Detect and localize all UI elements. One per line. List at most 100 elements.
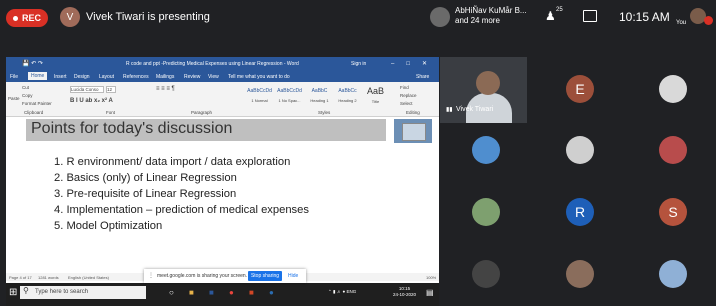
meeting-clock: 10:15 AM bbox=[619, 10, 670, 24]
format-painter-button[interactable]: Format Painter bbox=[22, 101, 52, 106]
window-controls[interactable]: –□✕ bbox=[391, 60, 439, 67]
chrome-icon[interactable]: ● bbox=[229, 288, 234, 297]
hide-button[interactable]: Hide bbox=[288, 273, 298, 279]
presenting-text: Vivek Tiwari is presenting bbox=[86, 11, 210, 23]
record-dot-icon bbox=[12, 15, 18, 21]
replace-button[interactable]: Replace bbox=[400, 93, 417, 98]
share-button[interactable]: Share bbox=[416, 74, 429, 80]
people-icon[interactable]: ♟ bbox=[545, 9, 556, 23]
style-normal-preview: AaBbCcDd bbox=[247, 88, 272, 94]
group-editing: Editing bbox=[406, 110, 420, 115]
audio-level-icon: ▮▮ bbox=[446, 107, 453, 113]
word-title: R code and ppt -Predicting Medical Expen… bbox=[126, 61, 299, 67]
taskbar-search[interactable]: ⚲ Type here to search bbox=[20, 286, 146, 299]
font-select[interactable]: Lucida Conso bbox=[70, 86, 104, 93]
app-icon[interactable]: ● bbox=[269, 288, 274, 297]
tab-review[interactable]: Review bbox=[184, 74, 200, 80]
page-count: Page 4 of 17 bbox=[9, 275, 32, 280]
participant-name: AbHiÑav KuMår B... bbox=[455, 6, 527, 15]
tab-file[interactable]: File bbox=[10, 74, 18, 80]
style-normal[interactable]: AaBbCcDd 1 Normal bbox=[246, 87, 273, 104]
tab-layout[interactable]: Layout bbox=[99, 74, 114, 80]
task-view-icon[interactable]: ○ bbox=[169, 288, 174, 297]
drag-handle-icon[interactable]: ⋮ bbox=[148, 272, 154, 279]
chat-icon[interactable] bbox=[583, 10, 597, 22]
you-label: You bbox=[676, 20, 687, 26]
word-taskbar-icon[interactable]: ■ bbox=[209, 288, 214, 297]
participant-avatar[interactable] bbox=[659, 75, 687, 103]
style-nospace-preview: AaBbCcDd bbox=[277, 88, 302, 94]
screen-share-notice: ⋮ meet.google.com is sharing your screen… bbox=[144, 269, 306, 283]
quick-access-icons[interactable]: 💾 ↶ ↷ bbox=[22, 60, 43, 67]
file-explorer-icon[interactable]: ■ bbox=[189, 288, 194, 297]
find-button[interactable]: Find bbox=[400, 85, 409, 90]
point-item: 1. R environment/ data import / data exp… bbox=[54, 156, 291, 168]
participant-avatar[interactable]: E bbox=[566, 75, 594, 103]
participant-name-label: Vivek Tiwari bbox=[456, 106, 494, 113]
paragraph-buttons[interactable]: ≡ ≡ ≡ ¶ bbox=[156, 86, 175, 92]
group-font: Font bbox=[106, 110, 116, 115]
self-badge bbox=[704, 16, 713, 25]
group-styles: Styles bbox=[318, 110, 331, 115]
tab-insert[interactable]: Insert bbox=[54, 74, 67, 80]
meet-top-bar: REC V Vivek Tiwari is presenting AbHiÑav… bbox=[0, 0, 716, 40]
participants-summary[interactable]: AbHiÑav KuMår B... and 24 more bbox=[455, 6, 527, 26]
video-tile-vivek[interactable]: ▮▮ Vivek Tiwari bbox=[440, 57, 527, 123]
participant-avatar[interactable] bbox=[566, 136, 594, 164]
paste-button[interactable]: Paste bbox=[8, 96, 20, 101]
tab-references[interactable]: References bbox=[123, 74, 149, 80]
style-h2-preview: AaBbCc bbox=[338, 88, 357, 94]
tray-clock[interactable]: 10:15 24-10-2020 bbox=[393, 286, 416, 297]
style-h1-label: Heading 1 bbox=[310, 98, 329, 103]
tell-me-box[interactable]: Tell me what you want to do bbox=[228, 74, 290, 80]
group-paragraph: Paragraph bbox=[191, 110, 213, 115]
participant-avatar[interactable] bbox=[430, 7, 450, 27]
participant-avatar[interactable] bbox=[472, 260, 500, 288]
style-heading2[interactable]: AaBbCc Heading 2 bbox=[334, 87, 361, 104]
participant-avatar[interactable] bbox=[659, 260, 687, 288]
system-tray[interactable]: ⌃ ▮ ♬ ● ENG bbox=[328, 289, 356, 295]
slide-image bbox=[394, 119, 432, 143]
word-ribbon: Paste Cut Copy Format Painter Lucida Con… bbox=[6, 82, 439, 117]
font-size-select[interactable]: 12 bbox=[106, 86, 116, 93]
style-heading1[interactable]: AaBbC Heading 1 bbox=[306, 87, 333, 104]
tab-mailings[interactable]: Mailings bbox=[156, 74, 174, 80]
powerpoint-icon[interactable]: ■ bbox=[249, 288, 254, 297]
participant-avatar[interactable] bbox=[566, 260, 594, 288]
participant-avatar[interactable]: S bbox=[659, 198, 687, 226]
cut-button[interactable]: Cut bbox=[22, 85, 29, 90]
tab-home[interactable]: Home bbox=[28, 72, 48, 80]
zoom-level[interactable]: 100% bbox=[426, 275, 436, 280]
style-h1-preview: AaBbC bbox=[311, 88, 328, 94]
style-title[interactable]: AaB Title bbox=[362, 87, 389, 105]
shared-screen: 💾 ↶ ↷ R code and ppt -Predicting Medical… bbox=[6, 57, 439, 306]
participant-avatar[interactable] bbox=[472, 198, 500, 226]
recording-badge: REC bbox=[6, 9, 48, 27]
sign-in-link[interactable]: Sign in bbox=[351, 61, 366, 67]
tab-view[interactable]: View bbox=[208, 74, 219, 80]
point-item: 2. Basics (only) of Linear Regression bbox=[54, 172, 237, 185]
style-nospace-label: 1 No Spac... bbox=[278, 98, 301, 103]
participant-avatar[interactable]: R bbox=[566, 198, 594, 226]
windows-start-icon[interactable]: ⊞ bbox=[9, 287, 17, 298]
tray-language: ENG bbox=[346, 289, 357, 294]
tab-design[interactable]: Design bbox=[74, 74, 90, 80]
style-normal-label: 1 Normal bbox=[251, 98, 268, 103]
discussion-points: 1. R environment/ data import / data exp… bbox=[54, 154, 309, 234]
participant-avatar[interactable] bbox=[659, 136, 687, 164]
video-person-head bbox=[476, 71, 500, 95]
notification-icon[interactable]: ▤ bbox=[426, 288, 434, 297]
participant-avatar[interactable] bbox=[472, 136, 500, 164]
style-h2-label: Heading 2 bbox=[338, 98, 357, 103]
point-item: 5. Model Optimization bbox=[54, 220, 163, 233]
copy-button[interactable]: Copy bbox=[22, 93, 33, 98]
format-buttons[interactable]: B I U ab x₂ x² A bbox=[70, 98, 113, 104]
word-count: 1281 words bbox=[38, 275, 59, 280]
language: English (United States) bbox=[68, 275, 109, 280]
style-title-label: Title bbox=[371, 99, 380, 104]
select-button[interactable]: Select bbox=[400, 101, 413, 106]
stop-sharing-button[interactable]: Stop sharing bbox=[248, 271, 282, 281]
word-title-bar: 💾 ↶ ↷ R code and ppt -Predicting Medical… bbox=[6, 57, 439, 71]
style-no-spacing[interactable]: AaBbCcDd 1 No Spac... bbox=[276, 87, 303, 104]
windows-taskbar: ⊞ ⚲ Type here to search ○ ■ ■ ● ■ ● ⌃ ▮ ♬… bbox=[6, 283, 439, 306]
